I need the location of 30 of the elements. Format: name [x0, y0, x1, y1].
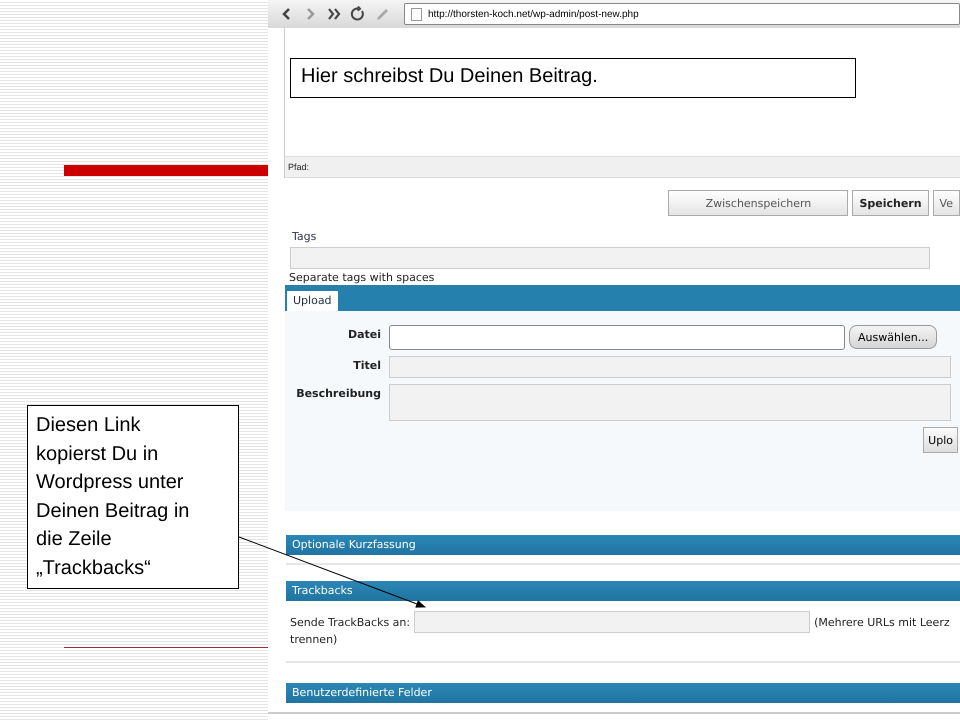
tags-input-field[interactable]	[290, 247, 930, 269]
path-bar: Pfad:	[285, 156, 960, 178]
file-input-field[interactable]	[389, 325, 845, 350]
action-button[interactable]: Zwischenspeichern	[668, 190, 848, 216]
section-header[interactable]: Benutzerdefinierte Felder	[286, 683, 960, 703]
description-input-field[interactable]	[389, 384, 951, 421]
trackbacks-note: (Mehrere URLs mit Leerz	[814, 616, 950, 628]
field-label: Titel	[352, 358, 381, 374]
save-button[interactable]: Speichern	[852, 190, 929, 216]
trackbacks-note-continued: trennen)	[290, 633, 338, 646]
callout-text: Hier schreibst Du Deinen Beitrag.	[290, 58, 856, 98]
tags-hint: Separate tags with spaces	[289, 271, 436, 284]
action-button[interactable]: Ve	[932, 190, 960, 216]
double-chevron-icon[interactable]	[326, 6, 342, 22]
trackbacks-input-field[interactable]	[414, 611, 810, 633]
submit-button[interactable]: Uplo	[923, 427, 958, 453]
callout-text: Diesen Link kopierst Du in Wordpress unter Deinen Beitrag in die Zeile „Trackbacks“	[27, 405, 239, 589]
choose-file-button[interactable]: Auswählen...	[849, 325, 938, 349]
trackbacks-label: Sende TrackBacks an:	[290, 616, 410, 628]
title-input-field[interactable]	[389, 356, 951, 378]
field-label: Beschreibung	[295, 386, 381, 402]
section-header[interactable]: Optionale Kurzfassung	[286, 535, 960, 555]
address-bar[interactable]: http://thorsten-koch.net/wp-admin/post-new.php	[404, 3, 960, 25]
upload-tab[interactable]: Upload	[287, 291, 338, 311]
pencil-icon[interactable]	[374, 6, 390, 22]
tags-label: Tags	[292, 230, 318, 243]
field-label: Datei	[346, 327, 381, 343]
reload-icon[interactable]	[350, 6, 366, 22]
page-icon	[411, 8, 422, 20]
section-header[interactable]: Trackbacks	[286, 581, 960, 601]
